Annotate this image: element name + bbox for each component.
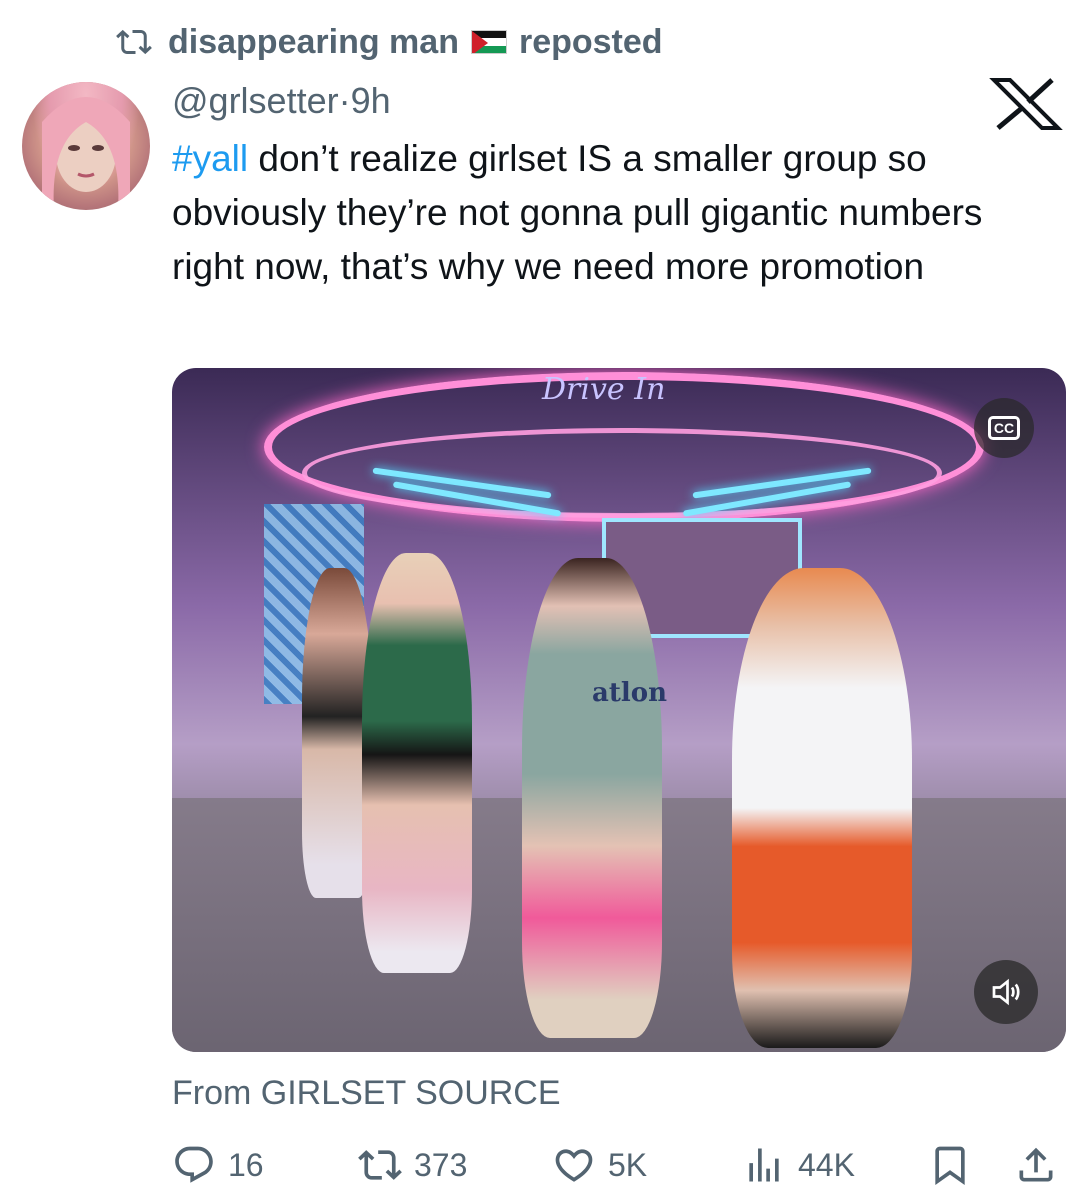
- speaker-icon: [992, 978, 1020, 1006]
- dancer-figure: [362, 553, 472, 973]
- reply-button[interactable]: 16: [172, 1140, 264, 1190]
- repost-count: 373: [414, 1146, 468, 1183]
- dancer-figure: [732, 568, 912, 1048]
- shirt-text: atlon: [592, 678, 667, 708]
- neon-sign-text: Drive In: [542, 372, 666, 407]
- palestine-flag-icon: [470, 30, 507, 54]
- share-icon: [1019, 1147, 1053, 1182]
- analytics-icon: [749, 1148, 779, 1182]
- tweet-text: #yall don’t realize girlset IS a smaller…: [172, 132, 1052, 294]
- like-button[interactable]: 5K: [552, 1140, 647, 1190]
- repost-header[interactable]: disappearing man reposted: [112, 22, 663, 62]
- dancer-figure: atlon: [522, 558, 667, 1038]
- media-source[interactable]: From GIRLSET SOURCE: [172, 1074, 561, 1113]
- cc-icon: CC: [987, 416, 1021, 440]
- avatar[interactable]: [22, 82, 150, 210]
- view-count: 44K: [798, 1146, 855, 1183]
- like-count: 5K: [608, 1146, 648, 1183]
- user-handle[interactable]: @grlsetter: [172, 80, 339, 121]
- action-bar: 16 373 5K 44K: [172, 1140, 1062, 1190]
- tweet-meta: @grlsetter·9h: [172, 80, 391, 122]
- bookmark-icon: [935, 1146, 965, 1186]
- views-button[interactable]: 44K: [742, 1140, 855, 1190]
- tweet-time[interactable]: 9h: [351, 80, 391, 121]
- repost-icon: [116, 29, 152, 55]
- repost-icon: [358, 1150, 402, 1180]
- hashtag-link[interactable]: #yall: [172, 138, 248, 179]
- repost-label: reposted: [518, 22, 663, 61]
- video-player[interactable]: Drive In atlon CC: [172, 368, 1066, 1052]
- share-button[interactable]: [1014, 1140, 1058, 1190]
- captions-button[interactable]: CC: [974, 398, 1034, 458]
- tweet-body: don’t realize girlset IS a smaller group…: [172, 138, 983, 287]
- heart-icon: [555, 1149, 593, 1182]
- x-logo-icon: [989, 78, 1063, 130]
- repost-button[interactable]: 373: [358, 1140, 467, 1190]
- bookmark-button[interactable]: [928, 1140, 972, 1190]
- meta-separator: ·: [338, 80, 351, 121]
- reply-icon: [175, 1146, 213, 1183]
- volume-button[interactable]: [974, 960, 1038, 1024]
- repost-user[interactable]: disappearing man: [168, 23, 459, 62]
- reply-count: 16: [228, 1146, 264, 1183]
